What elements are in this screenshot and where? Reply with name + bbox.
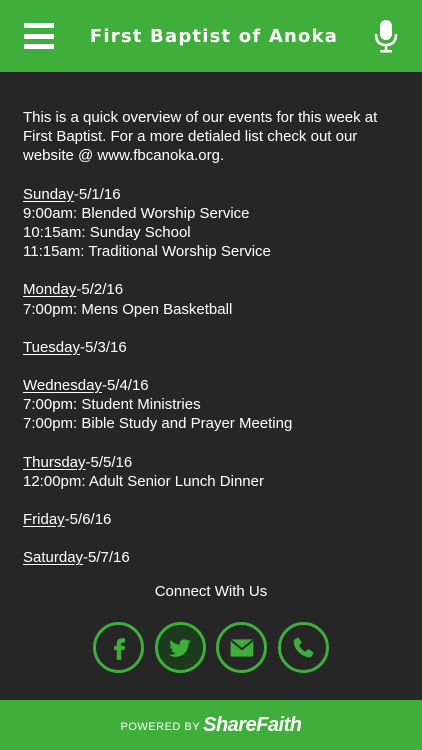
day-heading: Monday-5/2/16	[23, 280, 403, 299]
day-name: Thursday	[23, 453, 86, 471]
day-name: Monday	[23, 281, 77, 299]
day-block: Monday-5/2/16 7:00pm: Mens Open Basketbal…	[23, 280, 403, 318]
day-heading: Wednesday-5/4/16	[23, 376, 403, 395]
day-block: Sunday-5/1/16 9:00am: Blended Worship Ser…	[23, 185, 403, 262]
day-block: Tuesday-5/3/16	[23, 338, 403, 357]
day-date: -5/1/16	[73, 185, 121, 203]
powered-by-label: POWERED BY	[120, 720, 201, 733]
event-item: 9:00am: Blended Worship Service	[23, 204, 250, 222]
event-item: 10:15am: Sunday School	[23, 224, 191, 242]
day-heading: Tuesday-5/3/16	[23, 338, 403, 357]
day-block: Thursday-5/5/16 12:00pm: Adult Senior Lun…	[23, 453, 403, 491]
microphone-icon[interactable]	[374, 19, 398, 53]
day-block: Friday-5/6/16	[23, 510, 403, 529]
day-date: -5/4/16	[101, 377, 149, 395]
day-name: Tuesday	[23, 338, 80, 356]
day-date: -5/5/16	[85, 453, 133, 471]
event-item: 11:15am: Traditional Worship Service	[23, 243, 271, 261]
social-links	[93, 622, 329, 674]
facebook-icon	[113, 637, 125, 660]
app-screen: First Baptist of Anoka This is a quick o…	[0, 0, 422, 750]
email-icon	[230, 638, 254, 657]
day-block: Wednesday-5/4/16 7:00pm: Student Ministri…	[23, 376, 403, 434]
twitter-button[interactable]	[154, 622, 206, 673]
day-name: Friday	[23, 511, 65, 529]
phone-button[interactable]	[277, 622, 329, 673]
event-item: 12:00pm: Adult Senior Lunch Dinner	[23, 472, 264, 490]
event-item: 7:00pm: Mens Open Basketball	[23, 300, 233, 318]
days-list: Sunday-5/1/16 9:00am: Blended Worship Ser…	[23, 185, 403, 568]
day-heading: Sunday-5/1/16	[23, 185, 403, 204]
events-overview: This is a quick overview of our events f…	[23, 108, 403, 586]
day-date: -5/6/16	[64, 511, 112, 529]
day-date: -5/7/16	[83, 549, 130, 567]
sharefaith-logo[interactable]: ShareFaith	[203, 714, 302, 737]
page-title: First Baptist of Anoka	[89, 25, 339, 47]
day-heading: Thursday-5/5/16	[23, 453, 403, 472]
facebook-button[interactable]	[93, 622, 144, 673]
day-name: Sunday	[23, 185, 74, 203]
day-name: Saturday	[23, 549, 84, 567]
intro-text: This is a quick overview of our events f…	[23, 109, 378, 165]
day-date: -5/2/16	[76, 281, 124, 299]
hamburger-menu-icon[interactable]	[24, 23, 54, 49]
twitter-icon	[169, 638, 191, 657]
day-date: -5/3/16	[79, 338, 127, 356]
app-footer: POWERED BY ShareFaith	[0, 700, 422, 750]
day-block: Saturday-5/7/16	[23, 548, 403, 567]
event-item: 7:00pm: Student Ministries	[23, 396, 201, 414]
day-name: Wednesday	[23, 377, 102, 395]
event-item: 7:00pm: Bible Study and Prayer Meeting	[23, 415, 293, 433]
app-header: First Baptist of Anoka	[0, 0, 422, 72]
phone-icon	[294, 637, 314, 657]
email-button[interactable]	[216, 622, 268, 673]
connect-title: Connect With Us	[154, 583, 268, 600]
day-heading: Friday-5/6/16	[23, 510, 403, 529]
day-heading: Saturday-5/7/16	[23, 548, 403, 567]
